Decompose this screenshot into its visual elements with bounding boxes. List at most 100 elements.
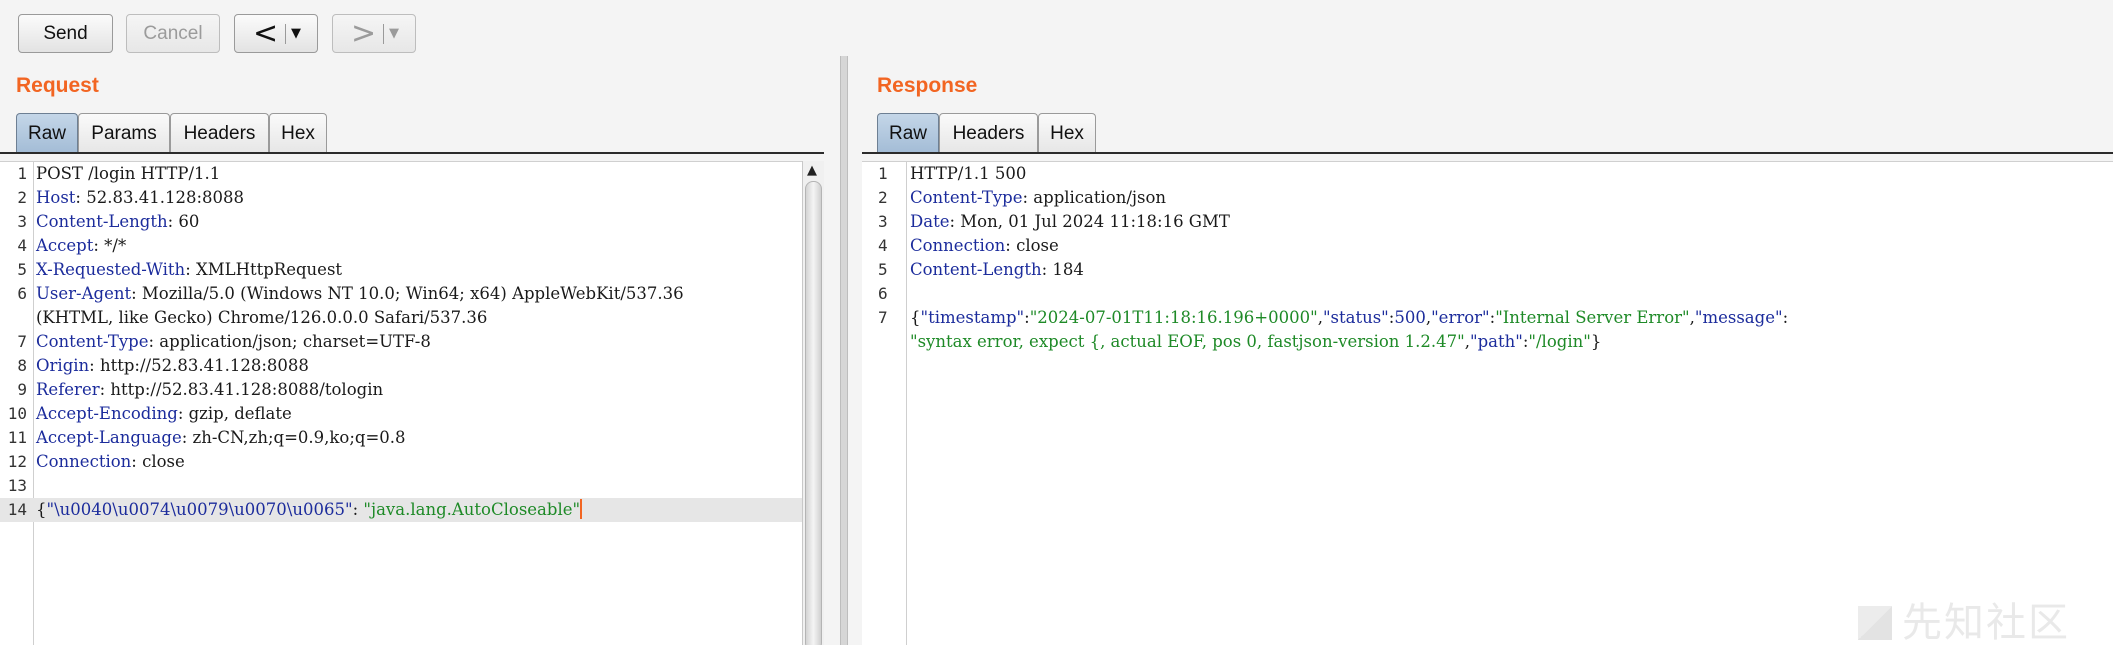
response-title: Response bbox=[877, 74, 978, 97]
line-number: 10 bbox=[7, 404, 27, 423]
json-value: "2024-07-01T11:18:16.196+0000" bbox=[1029, 308, 1318, 327]
forward-button[interactable]: > ▼ bbox=[332, 14, 416, 53]
header-name: Origin bbox=[36, 356, 90, 375]
line-text: Connection: close bbox=[36, 450, 185, 474]
header-name: User-Agent bbox=[36, 284, 132, 303]
request-editor[interactable]: 1 POST /login HTTP/1.1 2 Host: 52.83.41.128… bbox=[0, 161, 806, 645]
code-line[interactable]: 1 POST /login HTTP/1.1 bbox=[0, 162, 806, 186]
response-code[interactable]: 1 HTTP/1.1 500 2 Content-Type: application/… bbox=[862, 162, 2113, 354]
line-text: HTTP/1.1 500 bbox=[910, 162, 1026, 186]
header-value: : gzip, deflate bbox=[177, 404, 292, 423]
code-line[interactable]: 5 X-Requested-With: XMLHttpRequest bbox=[0, 258, 806, 282]
code-line[interactable]: 11 Accept-Language: zh-CN,zh;q=0.9,ko;q=0… bbox=[0, 426, 806, 450]
code-line[interactable]: 1 HTTP/1.1 500 bbox=[862, 162, 2113, 186]
code-line[interactable]: 9 Referer: http://52.83.41.128:8088/tolog… bbox=[0, 378, 806, 402]
code-line[interactable]: 10 Accept-Encoding: gzip, deflate bbox=[0, 402, 806, 426]
code-line[interactable]: "syntax error, expect {, actual EOF, pos… bbox=[862, 330, 2113, 354]
toolbar: Send Cancel < ▼ > ▼ bbox=[0, 0, 2113, 56]
line-text: {"timestamp": "2024-07-01T11:18:16.196+00… bbox=[910, 306, 1788, 330]
header-value: : 184 bbox=[1041, 260, 1084, 279]
pane-splitter[interactable] bbox=[840, 56, 848, 645]
tab-raw[interactable]: Raw bbox=[877, 113, 939, 153]
tab-underline bbox=[862, 152, 2113, 154]
code-line[interactable]: 12 Connection: close bbox=[0, 450, 806, 474]
response-editor[interactable]: 1 HTTP/1.1 500 2 Content-Type: application/… bbox=[862, 161, 2113, 645]
tab-params[interactable]: Params bbox=[78, 113, 170, 153]
request-scrollbar[interactable]: ▲ bbox=[802, 161, 824, 645]
line-number: 4 bbox=[17, 236, 27, 255]
line-number: 3 bbox=[17, 212, 27, 231]
header-value: : http://52.83.41.128:8088 bbox=[89, 356, 309, 375]
divider bbox=[285, 24, 286, 44]
line-number: 11 bbox=[7, 428, 27, 447]
code-line[interactable]: 13 bbox=[0, 474, 806, 498]
header-name: Content-Type bbox=[910, 188, 1023, 207]
chevron-down-icon[interactable]: ▼ bbox=[291, 26, 301, 41]
json-brace: { bbox=[910, 308, 921, 327]
back-button[interactable]: < ▼ bbox=[234, 14, 318, 53]
logo-icon bbox=[1858, 606, 1892, 640]
tab-headers[interactable]: Headers bbox=[939, 113, 1038, 153]
line-text: {"\u0040\u0074\u0079\u0070\u0065": "java… bbox=[36, 498, 583, 522]
tab-headers[interactable]: Headers bbox=[170, 113, 269, 153]
line-text: Accept-Language: zh-CN,zh;q=0.9,ko;q=0.8 bbox=[36, 426, 406, 450]
header-name: Connection bbox=[910, 236, 1006, 255]
header-value: : XMLHttpRequest bbox=[185, 260, 343, 279]
chevron-down-icon[interactable]: ▼ bbox=[389, 26, 399, 41]
cancel-button[interactable]: Cancel bbox=[126, 14, 220, 53]
line-number: 7 bbox=[878, 308, 888, 327]
code-line[interactable]: 4 Accept: */* bbox=[0, 234, 806, 258]
line-number: 1 bbox=[17, 164, 27, 183]
code-line[interactable]: 5 Content-Length: 184 bbox=[862, 258, 2113, 282]
line-text: Content-Length: 60 bbox=[36, 210, 199, 234]
tab-raw[interactable]: Raw bbox=[16, 113, 78, 153]
request-code[interactable]: 1 POST /login HTTP/1.1 2 Host: 52.83.41.128… bbox=[0, 162, 806, 522]
line-number: 5 bbox=[17, 260, 27, 279]
scroll-thumb[interactable] bbox=[805, 181, 822, 645]
header-value: : close bbox=[1005, 236, 1059, 255]
code-line[interactable]: 2 Content-Type: application/json bbox=[862, 186, 2113, 210]
code-line[interactable]: 14 {"\u0040\u0074\u0079\u0070\u0065": "ja… bbox=[0, 498, 806, 522]
code-line[interactable]: 8 Origin: http://52.83.41.128:8088 bbox=[0, 354, 806, 378]
code-line[interactable]: 3 Date: Mon, 01 Jul 2024 11:18:16 GMT bbox=[862, 210, 2113, 234]
code-line[interactable]: 7 Content-Type: application/json; charset… bbox=[0, 330, 806, 354]
line-number: 5 bbox=[878, 260, 888, 279]
tab-hex[interactable]: Hex bbox=[269, 113, 327, 153]
header-name: Connection bbox=[36, 452, 132, 471]
header-value: : 60 bbox=[167, 212, 200, 231]
line-text: Accept: */* bbox=[36, 234, 126, 258]
line-number: 6 bbox=[17, 284, 27, 303]
line-text: X-Requested-With: XMLHttpRequest bbox=[36, 258, 342, 282]
line-number: 8 bbox=[17, 356, 27, 375]
code-line[interactable]: 2 Host: 52.83.41.128:8088 bbox=[0, 186, 806, 210]
line-text: Content-Type: application/json bbox=[910, 186, 1166, 210]
line-text: Origin: http://52.83.41.128:8088 bbox=[36, 354, 309, 378]
header-name: Content-Type bbox=[36, 332, 149, 351]
line-number: 13 bbox=[7, 476, 27, 495]
send-button[interactable]: Send bbox=[18, 14, 113, 53]
code-line[interactable]: (KHTML, like Gecko) Chrome/126.0.0.0 Saf… bbox=[0, 306, 806, 330]
code-line[interactable]: 6 User-Agent: Mozilla/5.0 (Windows NT 10.… bbox=[0, 282, 806, 306]
tab-hex[interactable]: Hex bbox=[1038, 113, 1096, 153]
line-number: 1 bbox=[878, 164, 888, 183]
json-brace: { bbox=[36, 500, 47, 519]
code-line[interactable]: 6 bbox=[862, 282, 2113, 306]
json-separator: : bbox=[352, 500, 364, 519]
line-number: 12 bbox=[7, 452, 27, 471]
line-text: User-Agent: Mozilla/5.0 (Windows NT 10.0… bbox=[36, 282, 684, 306]
scroll-up-icon[interactable]: ▲ bbox=[807, 163, 817, 178]
header-name: Accept bbox=[36, 236, 94, 255]
line-number: 2 bbox=[878, 188, 888, 207]
line-text: Referer: http://52.83.41.128:8088/tologi… bbox=[36, 378, 383, 402]
json-key: "message" bbox=[1694, 308, 1783, 327]
code-line[interactable]: 3 Content-Length: 60 bbox=[0, 210, 806, 234]
json-key: "error" bbox=[1431, 308, 1490, 327]
header-name: Host bbox=[36, 188, 76, 207]
json-value: "Internal Server Error" bbox=[1495, 308, 1690, 327]
line-text: Content-Type: application/json; charset=… bbox=[36, 330, 431, 354]
header-name: Accept-Language bbox=[36, 428, 182, 447]
header-value: : http://52.83.41.128:8088/tologin bbox=[99, 380, 384, 399]
code-line[interactable]: 7 {"timestamp": "2024-07-01T11:18:16.196+0… bbox=[862, 306, 2113, 330]
line-number: 7 bbox=[17, 332, 27, 351]
code-line[interactable]: 4 Connection: close bbox=[862, 234, 2113, 258]
